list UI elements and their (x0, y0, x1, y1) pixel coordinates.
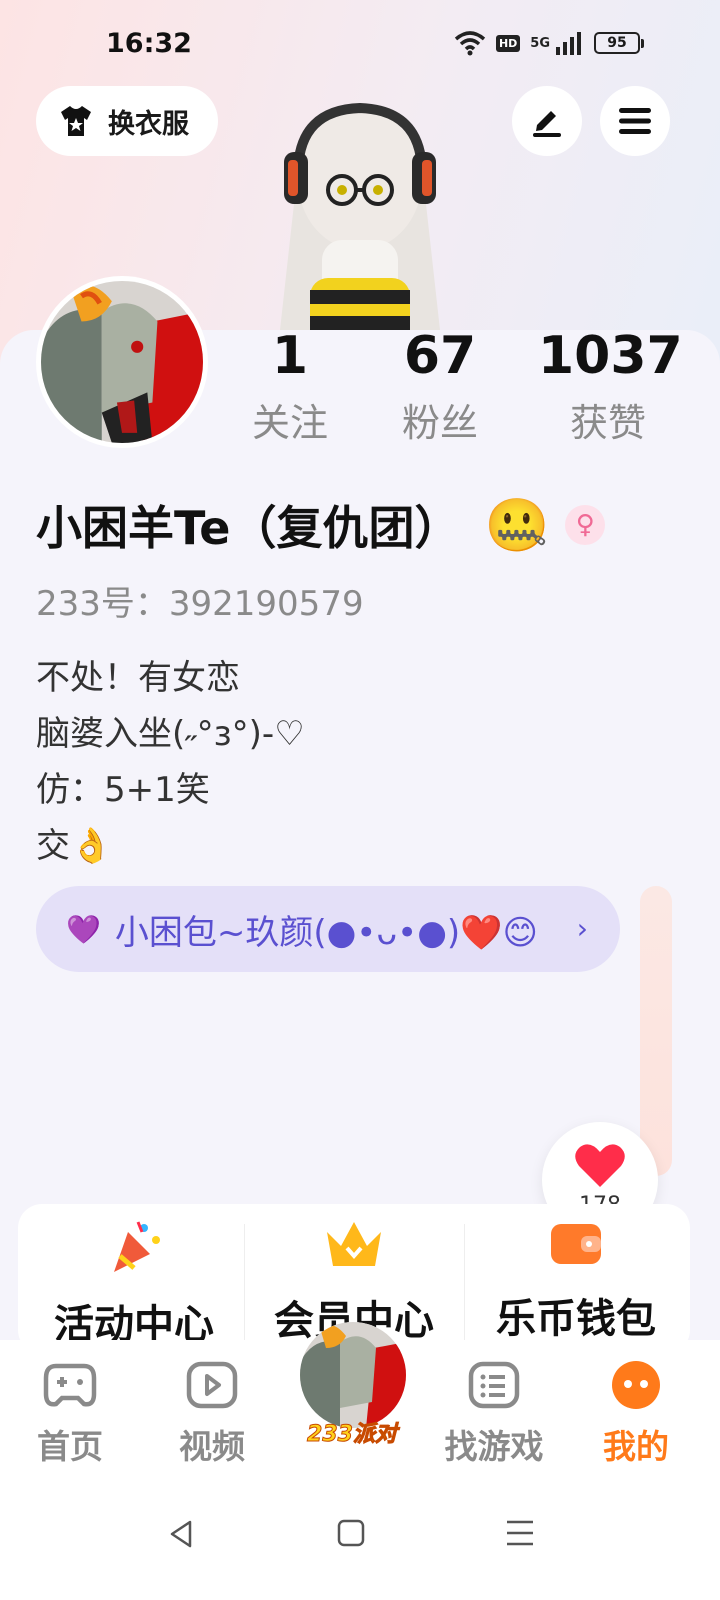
battery-level: 95 (594, 32, 640, 54)
avatar-image (41, 281, 203, 443)
stat-following[interactable]: 1 关注 (240, 326, 340, 447)
likes-received-label: 获赞 (569, 401, 646, 445)
crown-icon (327, 1222, 381, 1266)
network-label: 5G (530, 35, 550, 51)
followers-label: 粉丝 (401, 401, 478, 445)
following-label: 关注 (251, 401, 328, 445)
recents-menu-icon[interactable] (504, 1518, 536, 1548)
menu-button[interactable] (600, 86, 670, 156)
wifi-icon (454, 31, 486, 56)
heart-icon: 💜 (66, 912, 101, 946)
hamburger-icon (619, 108, 651, 134)
dots-face-icon (612, 1361, 660, 1409)
group-link[interactable]: 💜 小困包~玖颜(●•ᴗ•●)❤️😊 › (36, 886, 620, 972)
tab-party-label: 233派对 (307, 1422, 398, 1448)
tab-home-label: 首页 (37, 1427, 103, 1466)
gender-female-icon: ♀ (565, 505, 606, 545)
home-square-icon[interactable] (336, 1518, 366, 1548)
tab-mine[interactable]: 我的 (576, 1360, 696, 1468)
nickname: 小困羊Te（复仇团） (36, 501, 461, 555)
wallet-button[interactable]: 乐币钱包 (464, 1218, 688, 1344)
status-time: 16:32 (106, 28, 192, 59)
stat-likes[interactable]: 1037 获赞 (538, 326, 683, 447)
heart-icon (575, 1143, 625, 1187)
change-outfit-label: 换衣服 (108, 108, 189, 140)
bio-line: 不处！有女恋 (36, 658, 240, 698)
following-count: 1 (271, 326, 309, 386)
wallet-icon (551, 1224, 601, 1264)
back-triangle-icon[interactable] (166, 1518, 198, 1550)
list-icon (468, 1361, 520, 1409)
play-icon (186, 1361, 238, 1409)
system-nav-bar (0, 1490, 720, 1600)
wallet-label: 乐币钱包 (496, 1296, 656, 1342)
bottom-tab-bar: 首页 视频 233派对 找游戏 我的 (0, 1322, 720, 1490)
tab-video[interactable]: 视频 (152, 1360, 272, 1468)
gamepad-icon (43, 1363, 97, 1407)
likes-received-count: 1037 (538, 326, 683, 386)
name-row: 小困羊Te（复仇团） 🤐 ♀ (36, 492, 606, 558)
activity-center-button[interactable]: 活动中心 (22, 1218, 246, 1350)
tab-mine-label: 我的 (603, 1427, 669, 1466)
side-panel-strip[interactable] (640, 886, 672, 1176)
tab-find-games-label: 找游戏 (444, 1427, 544, 1466)
profile-avatar[interactable] (36, 276, 208, 448)
hd-badge: HD (495, 34, 521, 52)
status-emoji: 🤐 (484, 495, 550, 556)
followers-count: 67 (403, 326, 477, 386)
bio-line: 脑婆入坐(˶°ɜ°)-♡ (36, 714, 305, 754)
user-id[interactable]: 233号：392190579 (36, 576, 364, 625)
tab-home[interactable]: 首页 (10, 1360, 130, 1468)
bio-line: 仿：5+1笑 (36, 770, 210, 810)
status-bar: 16:32 HD 5G 95 (0, 0, 720, 90)
edit-profile-button[interactable] (512, 86, 582, 156)
party-popper-icon (114, 1221, 160, 1272)
stat-followers[interactable]: 67 粉丝 (388, 326, 492, 447)
battery-indicator: 95 (594, 32, 644, 54)
change-outfit-button[interactable]: 换衣服 (36, 86, 218, 156)
tab-find-games[interactable]: 找游戏 (434, 1360, 554, 1468)
group-name: 小困包~玖颜(●•ᴗ•●)❤️😊 (114, 912, 538, 953)
pencil-icon (533, 111, 561, 137)
tshirt-icon (61, 106, 91, 136)
avatar-character-image[interactable] (260, 90, 460, 340)
signal-icon (556, 32, 581, 55)
avatar-party-icon (300, 1322, 406, 1428)
bio: 不处！有女恋 脑婆入坐(˶°ɜ°)-♡ 仿：5+1笑 交👌 (36, 650, 305, 874)
status-icons: HD 5G 95 (454, 30, 644, 56)
bio-line: 交👌 (36, 826, 113, 866)
tab-video-label: 视频 (179, 1427, 245, 1466)
chevron-right-icon: › (576, 912, 588, 945)
